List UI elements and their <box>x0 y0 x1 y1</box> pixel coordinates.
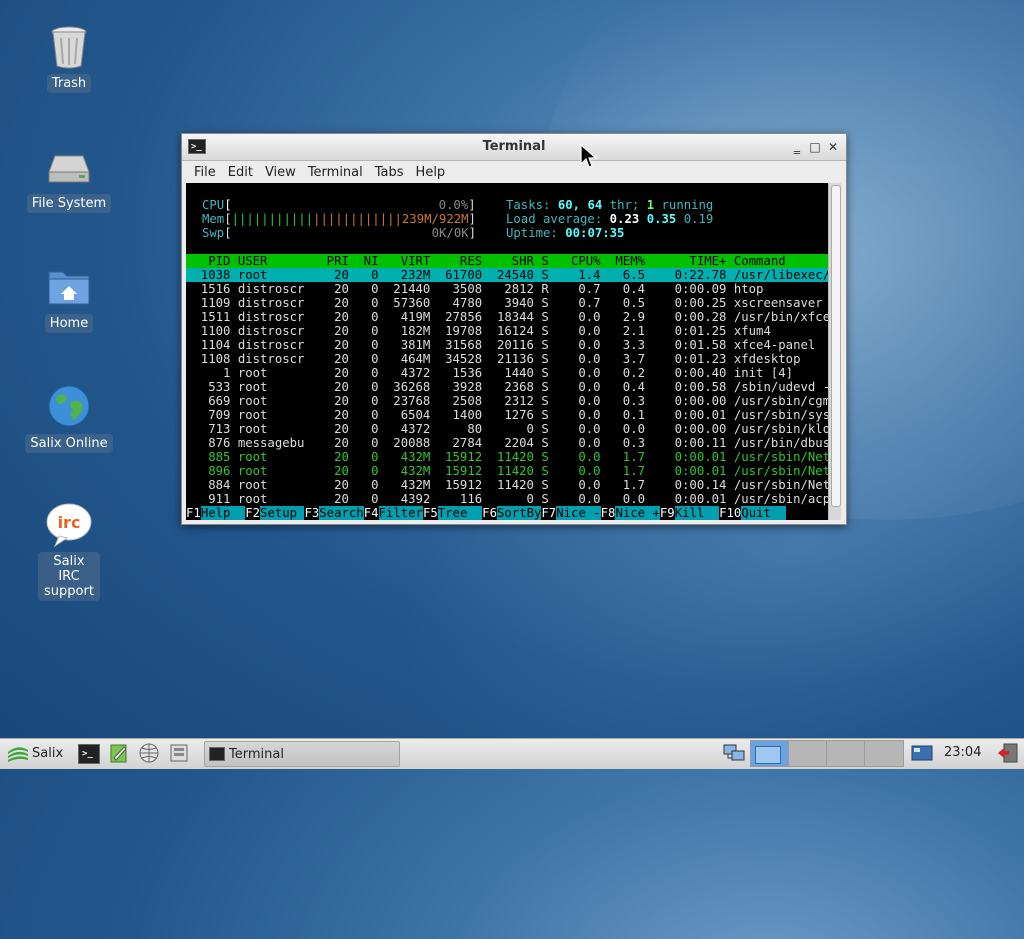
fkey-f9[interactable]: F9 <box>660 506 675 520</box>
process-row-selected[interactable]: 1038 root 20 0 232M 61700 24540 S 1.4 6.… <box>186 268 828 282</box>
process-row[interactable]: 713 root 20 0 4372 80 0 S 0.0 0.0 0:00.0… <box>186 422 828 436</box>
desktop-icon-label: Trash <box>46 74 92 93</box>
show-desktop-icon[interactable] <box>910 742 934 766</box>
workspace-3[interactable] <box>826 740 866 767</box>
launch-browser-icon[interactable] <box>138 742 160 766</box>
fkey-f10[interactable]: F10 <box>719 506 741 520</box>
desktop-icon-label: File System <box>26 194 112 213</box>
desktop-icon-file-system[interactable]: File System <box>14 142 124 213</box>
mem-meter: Mem[|||||||||||||||||||||||239M/922M] <box>202 212 476 226</box>
desktop-icon-label: Salix Online <box>25 434 113 453</box>
menu-edit[interactable]: Edit <box>222 165 259 180</box>
workspace-2[interactable] <box>788 740 828 767</box>
desktop-icon-trash[interactable]: Trash <box>14 22 124 93</box>
trash-icon <box>45 22 93 70</box>
fkey-f8[interactable]: F8 <box>601 506 616 520</box>
scrollbar-thumb[interactable] <box>831 185 841 507</box>
fkey-f3[interactable]: F3 <box>304 506 319 520</box>
logout-icon[interactable] <box>996 742 1020 766</box>
fkey-label: Nice - <box>556 506 601 520</box>
desktop-icon-salix-online[interactable]: Salix Online <box>14 382 124 453</box>
process-row[interactable]: 1109 distroscr 20 0 57360 4780 3940 S 0.… <box>186 296 828 310</box>
salix-menu-button[interactable]: Salix <box>6 742 64 766</box>
terminal-output[interactable]: CPU[0.0%] Mem[|||||||||||||||||||||||239… <box>186 183 828 520</box>
process-row[interactable]: 885 root 20 0 432M 15912 11420 S 0.0 1.7… <box>186 450 828 464</box>
fkey-label: Help <box>200 506 246 520</box>
process-row[interactable]: 1104 distroscr 20 0 381M 31568 20116 S 0… <box>186 338 828 352</box>
fkey-label: SortBy <box>496 506 542 520</box>
process-row[interactable]: 1516 distroscr 20 0 21440 3508 2812 R 0.… <box>186 282 828 296</box>
process-row[interactable]: 533 root 20 0 36268 3928 2368 S 0.0 0.4 … <box>186 380 828 394</box>
network-icon[interactable] <box>722 742 748 766</box>
swap-meter: Swp[0K/0K] <box>202 226 477 240</box>
fkey-label: Quit <box>741 506 786 520</box>
globe-icon <box>45 382 93 430</box>
process-table-header[interactable]: PID USER PRI NI VIRT RES SHR S CPU% MEM%… <box>186 254 828 268</box>
fkey-f6[interactable]: F6 <box>482 506 497 520</box>
process-row[interactable]: 1 root 20 0 4372 1536 1440 S 0.0 0.2 0:0… <box>186 366 828 380</box>
taskbar-task-label: Terminal <box>229 747 284 762</box>
menu-file[interactable]: File <box>188 165 222 180</box>
terminal-scrollbar[interactable] <box>828 183 841 520</box>
uptime: Uptime: 00:07:35 <box>506 226 625 240</box>
fkey-label: Filter <box>378 506 423 520</box>
process-row[interactable]: 884 root 20 0 432M 15912 11420 S 0.0 1.7… <box>186 478 828 492</box>
menu-help[interactable]: Help <box>410 165 452 180</box>
maximize-button[interactable]: □ <box>808 140 822 154</box>
process-row[interactable]: 1100 distroscr 20 0 182M 19708 16124 S 0… <box>186 324 828 338</box>
process-row[interactable]: 669 root 20 0 23768 2508 2312 S 0.0 0.3 … <box>186 394 828 408</box>
process-row[interactable]: 896 root 20 0 432M 15912 11420 S 0.0 1.7… <box>186 464 828 478</box>
clock: 23:04 <box>944 745 982 760</box>
process-row[interactable]: 1511 distroscr 20 0 419M 27856 18344 S 0… <box>186 310 828 324</box>
menu-tabs[interactable]: Tabs <box>369 165 410 180</box>
fkey-label: Nice + <box>615 506 660 520</box>
desktop-icon-home[interactable]: Home <box>14 262 124 333</box>
function-key-bar: F1Help F2Setup F3SearchF4FilterF5Tree F6… <box>186 506 828 520</box>
launch-file-manager-icon[interactable] <box>168 742 190 766</box>
cpu-meter: CPU[0.0%] <box>202 198 476 212</box>
desktop-icon-salix-irc[interactable]: irc Salix IRC support <box>14 500 124 601</box>
fkey-f7[interactable]: F7 <box>541 506 556 520</box>
fkey-label: Tree <box>437 506 483 520</box>
process-row[interactable]: 876 messagebu 20 0 20088 2784 2204 S 0.0… <box>186 436 828 450</box>
hard-drive-icon <box>45 142 93 190</box>
taskbar-task-terminal[interactable]: Terminal <box>204 741 400 767</box>
menu-bar: File Edit View Terminal Tabs Help <box>182 161 846 183</box>
process-row[interactable]: 911 root 20 0 4392 116 0 S 0.0 0.0 0:00.… <box>186 492 828 506</box>
process-row[interactable]: 709 root 20 0 6504 1400 1276 S 0.0 0.1 0… <box>186 408 828 422</box>
close-button[interactable]: ✕ <box>826 140 840 154</box>
terminal-task-icon <box>209 747 225 761</box>
salix-menu-label: Salix <box>32 746 64 761</box>
svg-text:irc: irc <box>58 513 81 532</box>
taskbar: Salix >_ Terminal 23:04 <box>0 738 1024 769</box>
fkey-f4[interactable]: F4 <box>364 506 379 520</box>
workspace-1[interactable] <box>750 740 790 767</box>
workspace-4[interactable] <box>864 740 904 767</box>
fkey-f1[interactable]: F1 <box>186 506 201 520</box>
menu-terminal[interactable]: Terminal <box>302 165 369 180</box>
minimize-button[interactable]: ‗ <box>790 140 804 154</box>
window-title: Terminal <box>482 139 546 154</box>
window-titlebar[interactable]: >_ Terminal ‗ □ ✕ <box>182 134 846 161</box>
menu-view[interactable]: View <box>259 165 302 180</box>
load-average: Load average: 0.23 0.35 0.19 <box>506 212 714 226</box>
desktop-icon-label: Home <box>44 314 94 333</box>
fkey-f2[interactable]: F2 <box>245 506 260 520</box>
fkey-label: Search <box>319 506 364 520</box>
fkey-f5[interactable]: F5 <box>423 506 438 520</box>
fkey-label: Kill <box>674 506 720 520</box>
fkey-label: Setup <box>260 506 305 520</box>
terminal-window[interactable]: >_ Terminal ‗ □ ✕ File Edit View Termina… <box>181 133 847 525</box>
process-row[interactable]: 1108 distroscr 20 0 464M 34528 21136 S 0… <box>186 352 828 366</box>
launch-editor-icon[interactable] <box>108 742 130 766</box>
desktop-icon-label: Salix IRC support <box>38 552 100 601</box>
mouse-cursor-icon <box>580 144 598 168</box>
home-folder-icon <box>45 262 93 310</box>
launch-terminal-icon[interactable]: >_ <box>78 744 100 764</box>
tasks-summary: Tasks: 60, 64 thr; 1 running <box>506 198 714 212</box>
salix-logo-icon <box>8 747 28 762</box>
irc-chat-icon: irc <box>45 500 93 548</box>
